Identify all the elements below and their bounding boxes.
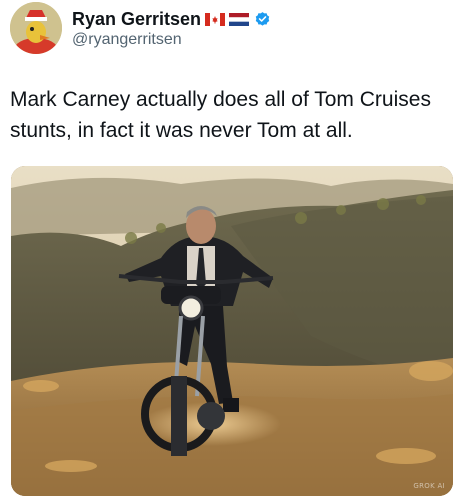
verified-badge-icon — [254, 11, 271, 28]
media-watermark: GROK AI — [413, 482, 445, 490]
author-handle[interactable]: @ryangerritsen — [72, 31, 182, 49]
display-name[interactable]: Ryan Gerritsen — [72, 9, 201, 30]
tweet-text: Mark Carney actually does all of Tom Cru… — [10, 88, 431, 142]
tweet-header: Ryan Gerritsen @ryangerritsen — [10, 2, 454, 56]
tweet-photo[interactable]: GROK AI — [11, 166, 453, 496]
netherlands-flag-icon — [229, 12, 250, 26]
name-row: Ryan Gerritsen — [72, 7, 271, 31]
avatar[interactable] — [10, 2, 62, 54]
photo-illustration — [11, 166, 453, 496]
canada-flag-icon — [205, 12, 226, 26]
